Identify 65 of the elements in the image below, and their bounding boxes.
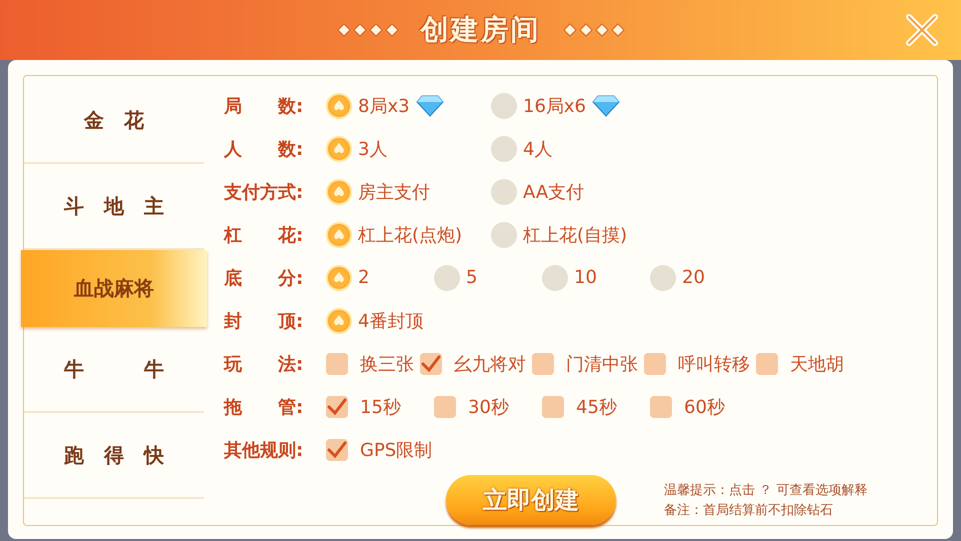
option-label: GPS限制: [360, 438, 432, 462]
rule-label: 支付方式:: [224, 180, 304, 204]
option-label: 换三张: [360, 352, 414, 376]
option-label: 20: [682, 267, 705, 288]
checkbox[interactable]: [420, 352, 442, 374]
option-label: 45秒: [576, 396, 617, 418]
radio-button[interactable]: [326, 222, 352, 248]
radio-button[interactable]: [326, 264, 352, 290]
suits-drawing: [336, 23, 398, 37]
option-label: 60秒: [684, 396, 725, 418]
checkbox[interactable]: [326, 396, 348, 418]
radio-button[interactable]: [650, 264, 676, 290]
option-label: 幺九将对: [454, 352, 526, 376]
radio-button[interactable]: [326, 92, 352, 118]
dialog-title: 创建房间: [420, 12, 540, 48]
option-label: 杠上花(点炮): [358, 224, 462, 246]
option-label: 4人: [523, 138, 552, 160]
rule-label: 局 数:: [224, 94, 304, 118]
option-label: 呼叫转移: [678, 352, 750, 376]
rule-label: 拖 管:: [224, 396, 304, 418]
rule-label: 其他规则:: [224, 438, 304, 462]
option-label: 门清中张: [566, 352, 638, 376]
option-label: 天地胡: [790, 352, 844, 376]
note-text: 备注：首局结算前不扣除钻石: [664, 502, 834, 519]
radio-button[interactable]: [326, 178, 352, 204]
checkbox[interactable]: [532, 352, 554, 374]
radio-button[interactable]: [491, 136, 517, 162]
checkbox[interactable]: [326, 352, 348, 374]
game-tab[interactable]: 牛 牛: [24, 327, 204, 413]
option-label: 16局x6: [523, 94, 586, 118]
checkbox[interactable]: [756, 352, 778, 374]
rule-label: 杠 花:: [224, 224, 304, 246]
rule-label: 人 数:: [224, 138, 304, 160]
rule-label: 底 分:: [224, 266, 304, 290]
option-label: 4番封顶: [358, 310, 424, 332]
option-label: 15秒: [360, 396, 401, 418]
close-button[interactable]: [903, 11, 941, 49]
radio-button[interactable]: [434, 264, 460, 290]
note-text: 温馨提示：点击 ？ 可查看选项解释: [664, 482, 868, 499]
option-label: 10: [574, 267, 597, 288]
checkbox[interactable]: [542, 396, 564, 418]
option-label: 5: [466, 267, 478, 288]
option-label: 房主支付: [358, 180, 430, 204]
radio-button[interactable]: [491, 178, 517, 204]
option-label: 2: [358, 267, 370, 288]
game-tab[interactable]: 跑 得 快: [24, 413, 204, 499]
radio-button[interactable]: [326, 136, 352, 162]
option-label: AA支付: [523, 180, 584, 204]
game-tab[interactable]: 血战麻将: [21, 250, 207, 327]
suits-drawing: [562, 23, 624, 37]
checkbox[interactable]: [326, 438, 348, 460]
checkbox[interactable]: [434, 396, 456, 418]
rule-label: 玩 法:: [224, 352, 304, 376]
radio-button[interactable]: [326, 308, 352, 334]
radio-button[interactable]: [542, 264, 568, 290]
option-label: 8局x3: [358, 94, 410, 118]
option-label: 杠上花(自摸): [523, 224, 628, 246]
option-label: 3人: [358, 138, 388, 160]
radio-button[interactable]: [491, 92, 517, 118]
game-tab[interactable]: 金 花: [24, 78, 204, 164]
checkbox[interactable]: [644, 352, 666, 374]
option-label: 30秒: [468, 396, 509, 418]
radio-button[interactable]: [491, 222, 517, 248]
rule-label: 封 顶:: [224, 310, 304, 332]
checkbox[interactable]: [650, 396, 672, 418]
